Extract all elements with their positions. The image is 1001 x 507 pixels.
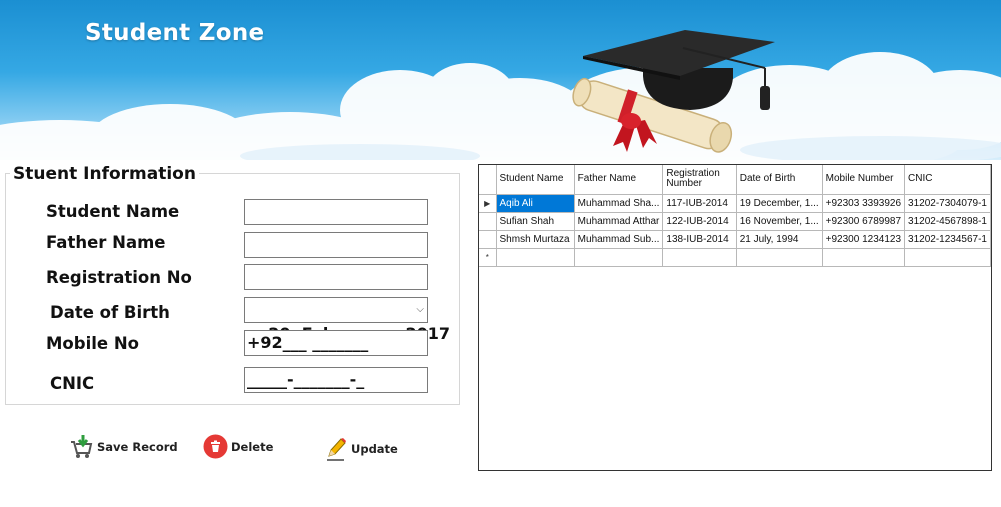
row-header[interactable] <box>479 229 497 249</box>
save-record-button[interactable]: Save Record <box>68 434 178 460</box>
save-cart-icon <box>71 435 93 458</box>
table-cell[interactable] <box>573 247 664 267</box>
table-cell[interactable]: Sufian Shah <box>495 211 575 231</box>
table-cell[interactable]: Muhammad Atthar <box>573 211 664 231</box>
group-title: Stuent Information <box>10 164 199 184</box>
student-zone-window: Student Zone Stuent Information Student … <box>0 0 1001 507</box>
table-row[interactable]: ▶ Aqib Ali Muhammad Sha... 117-IUB-2014 … <box>479 193 991 213</box>
table-cell[interactable] <box>662 247 737 267</box>
table-cell[interactable]: 31202-7304079-1 <box>904 193 991 213</box>
table-cell[interactable]: 138-IUB-2014 <box>662 229 737 249</box>
app-title: Student Zone <box>85 20 265 46</box>
father-name-label: Father Name <box>46 233 166 252</box>
father-name-input[interactable] <box>244 232 428 258</box>
graduation-cap-icon <box>572 30 775 153</box>
cnic-input[interactable]: _____-_______-_ <box>244 367 428 393</box>
table-cell[interactable]: 122-IUB-2014 <box>662 211 737 231</box>
date-of-birth-label: Date of Birth <box>50 303 170 322</box>
table-cell[interactable]: Muhammad Sha... <box>573 193 664 213</box>
table-cell[interactable] <box>495 247 575 267</box>
column-header-date-of-birth[interactable]: Date of Birth <box>735 165 823 195</box>
students-table: Student Name Father Name Registration Nu… <box>479 165 991 267</box>
pencil-icon <box>327 438 346 461</box>
trash-icon <box>203 434 228 459</box>
registration-no-label: Registration No <box>46 268 192 287</box>
table-cell[interactable]: 31202-1234567-1 <box>904 229 991 249</box>
column-header-registration-number[interactable]: Registration Number <box>662 165 737 195</box>
table-cell[interactable]: Aqib Ali <box>495 193 575 213</box>
column-header-mobile-number[interactable]: Mobile Number <box>821 165 906 195</box>
table-cell[interactable]: +92303 3393926 <box>821 193 906 213</box>
delete-label: Delete <box>231 439 274 454</box>
registration-no-input[interactable] <box>244 264 428 290</box>
update-label: Update <box>351 442 398 456</box>
table-cell[interactable]: +92300 1234123 <box>821 229 906 249</box>
students-data-grid[interactable]: Student Name Father Name Registration Nu… <box>478 164 992 471</box>
save-record-label: Save Record <box>97 440 178 454</box>
table-cell[interactable]: 21 July, 1994 <box>735 229 823 249</box>
update-button[interactable]: Update <box>324 436 398 462</box>
column-header-student-name[interactable]: Student Name <box>495 165 575 195</box>
chevron-down-icon[interactable]: ⌵ <box>416 298 424 322</box>
column-header-cnic[interactable]: CNIC <box>904 165 991 195</box>
mobile-no-label: Mobile No <box>46 334 139 353</box>
new-row-indicator-icon: * <box>479 247 497 267</box>
delete-button[interactable]: Delete <box>203 434 273 459</box>
cnic-label: CNIC <box>50 374 95 393</box>
table-row[interactable]: Shmsh Murtaza Muhammad Sub... 138-IUB-20… <box>479 229 991 249</box>
column-header-father-name[interactable]: Father Name <box>573 165 664 195</box>
table-cell[interactable]: 31202-4567898-1 <box>904 211 991 231</box>
mobile-no-input[interactable]: +92___ _______ <box>244 330 428 356</box>
student-name-input[interactable] <box>244 199 428 225</box>
table-cell[interactable]: 19 December, 1... <box>735 193 823 213</box>
table-cell[interactable] <box>904 247 991 267</box>
row-header-corner <box>479 165 497 195</box>
table-cell[interactable]: +92300 6789987 <box>821 211 906 231</box>
date-of-birth-picker[interactable]: 20 February , 2017 ⌵ <box>244 297 450 343</box>
table-cell[interactable]: 16 November, 1... <box>735 211 823 231</box>
new-row[interactable]: * <box>479 247 991 267</box>
header-banner: Student Zone <box>0 0 1001 160</box>
table-cell[interactable]: Muhammad Sub... <box>573 229 664 249</box>
grid-header-row: Student Name Father Name Registration Nu… <box>479 165 991 195</box>
table-row[interactable]: Sufian Shah Muhammad Atthar 122-IUB-2014… <box>479 211 991 231</box>
current-row-indicator-icon: ▶ <box>479 193 497 213</box>
table-cell[interactable] <box>735 247 823 267</box>
table-cell[interactable]: Shmsh Murtaza <box>495 229 575 249</box>
student-name-label: Student Name <box>46 202 180 221</box>
table-cell[interactable]: 117-IUB-2014 <box>662 193 737 213</box>
row-header[interactable] <box>479 211 497 231</box>
table-cell[interactable] <box>821 247 906 267</box>
